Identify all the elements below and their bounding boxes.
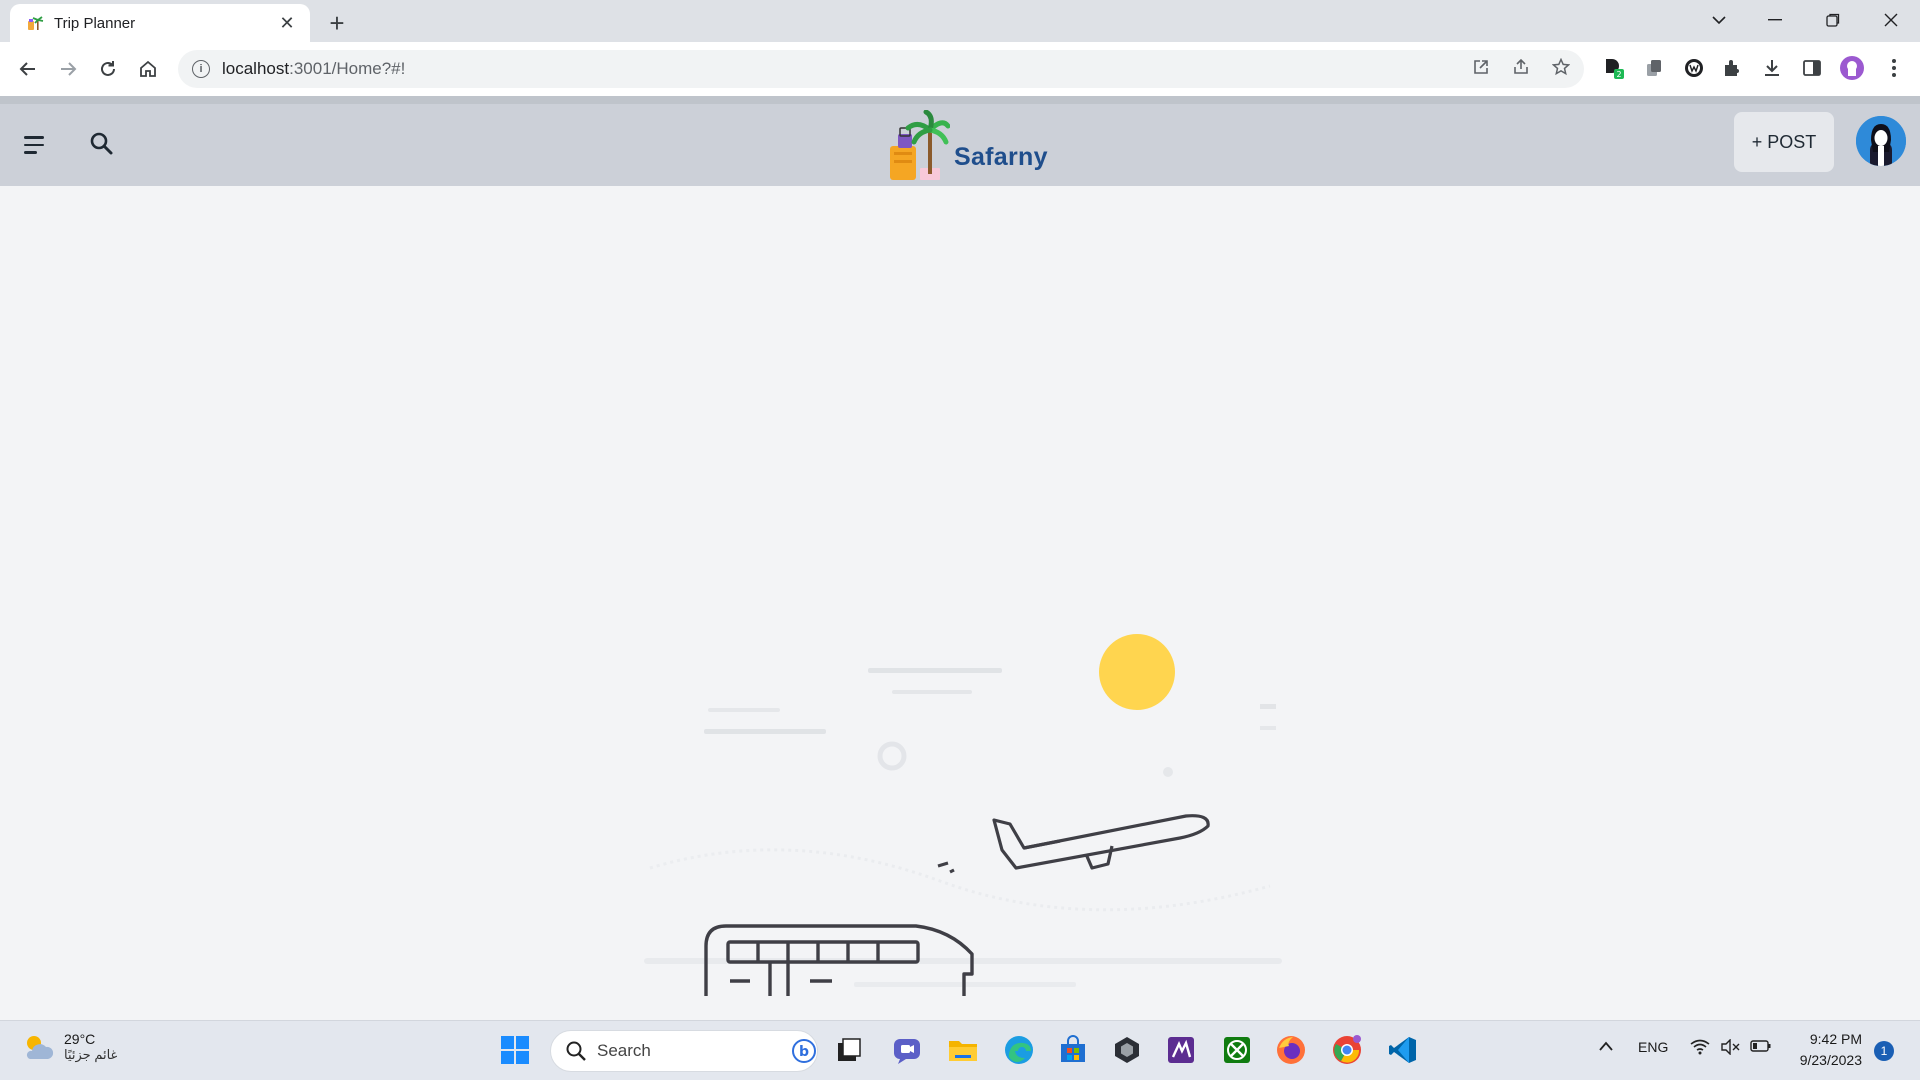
edge-icon[interactable]	[1000, 1031, 1038, 1069]
weather-desc: غائم جزئيًا	[64, 1047, 118, 1062]
brand-name: Safarny	[954, 143, 1048, 171]
post-button[interactable]: + POST	[1734, 112, 1834, 172]
teams-chat-icon[interactable]	[888, 1031, 926, 1069]
clock[interactable]: 9:42 PM 9/23/2023	[1790, 1029, 1862, 1071]
home-icon[interactable]	[132, 53, 164, 85]
weather-widget[interactable]: 29°C غائم جزئيًا	[20, 1029, 117, 1065]
show-hidden-icons-icon[interactable]	[1598, 1039, 1614, 1055]
extensions-puzzle-icon[interactable]	[1718, 54, 1746, 82]
task-view-icon[interactable]	[830, 1031, 868, 1069]
url-text[interactable]: localhost:3001/Home?#!	[222, 59, 405, 79]
side-panel-icon[interactable]	[1798, 54, 1826, 82]
bing-icon[interactable]: b	[791, 1038, 817, 1064]
browser-tab[interactable]: Trip Planner ✕	[10, 4, 310, 42]
search-icon[interactable]	[84, 126, 120, 162]
unity-icon[interactable]	[1108, 1031, 1146, 1069]
browser-toolbar: i localhost:3001/Home?#! 2	[0, 42, 1920, 96]
new-tab-button[interactable]: +	[322, 8, 352, 38]
forward-icon[interactable]	[52, 53, 84, 85]
minimize-icon[interactable]	[1752, 0, 1798, 40]
tab-search-icon[interactable]	[1696, 0, 1742, 40]
wifi-icon[interactable]	[1690, 1039, 1710, 1058]
app-header: Safarny + POST	[0, 104, 1920, 186]
volume-muted-icon[interactable]	[1720, 1038, 1740, 1058]
close-window-icon[interactable]	[1868, 0, 1914, 40]
avatar[interactable]	[1856, 116, 1906, 166]
language-indicator[interactable]: ENG	[1638, 1039, 1668, 1055]
clouds	[644, 668, 1282, 987]
chrome-menu-icon[interactable]	[1880, 54, 1908, 82]
brand[interactable]: Safarny	[884, 108, 1048, 182]
xbox-icon[interactable]	[1218, 1031, 1256, 1069]
menu-icon[interactable]	[24, 128, 58, 162]
file-explorer-icon[interactable]	[944, 1031, 982, 1069]
svg-text:2: 2	[1616, 70, 1621, 79]
sun	[1099, 634, 1175, 710]
weather-temp: 29°C	[64, 1031, 96, 1047]
downloads-icon[interactable]	[1758, 54, 1786, 82]
back-icon[interactable]	[12, 53, 44, 85]
extension-d-icon[interactable]: 2	[1600, 54, 1628, 82]
battery-icon[interactable]	[1750, 1039, 1772, 1056]
clock-time: 9:42 PM	[1809, 1031, 1862, 1047]
address-bar[interactable]: i localhost:3001/Home?#!	[178, 50, 1584, 88]
site-info-icon[interactable]: i	[192, 60, 210, 78]
windows-start-icon[interactable]	[496, 1031, 534, 1069]
restore-icon[interactable]	[1810, 0, 1856, 40]
tab-close-icon[interactable]: ✕	[276, 12, 298, 34]
notification-badge[interactable]: 1	[1874, 1041, 1894, 1061]
tab-title: Trip Planner	[54, 14, 136, 32]
avatar-icon	[1856, 116, 1906, 166]
airplane-icon	[937, 814, 1210, 874]
visual-studio-icon[interactable]	[1162, 1031, 1200, 1069]
chrome-icon[interactable]	[1328, 1031, 1366, 1069]
microsoft-store-icon[interactable]	[1054, 1031, 1092, 1069]
profile-icon[interactable]	[1838, 54, 1866, 82]
extension-copy-icon[interactable]	[1640, 54, 1668, 82]
firefox-icon[interactable]	[1272, 1031, 1310, 1069]
browser-tabstrip: Trip Planner ✕ +	[0, 0, 1920, 42]
travel-illustration	[644, 634, 1282, 996]
share-icon[interactable]	[1506, 52, 1536, 82]
vscode-icon[interactable]	[1384, 1031, 1422, 1069]
main-content	[0, 186, 1920, 1020]
brand-logo-icon	[890, 110, 950, 180]
bookmark-star-icon[interactable]	[1546, 52, 1576, 82]
extension-w-icon[interactable]	[1680, 54, 1708, 82]
taskbar-search-text: Search	[597, 1041, 651, 1060]
taskbar: 29°C غائم جزئيًا Search b ENG 9:42 PM 9/…	[0, 1020, 1920, 1080]
svg-text:b: b	[799, 1044, 809, 1060]
partly-cloudy-icon	[26, 1036, 54, 1059]
clock-date: 9/23/2023	[1799, 1052, 1862, 1068]
tab-favicon-icon	[28, 16, 44, 30]
taskbar-search[interactable]: Search b	[550, 1030, 818, 1072]
search-icon	[566, 1041, 586, 1061]
open-in-app-icon[interactable]	[1466, 52, 1496, 82]
page-top-border	[0, 96, 1920, 104]
reload-icon[interactable]	[92, 53, 124, 85]
